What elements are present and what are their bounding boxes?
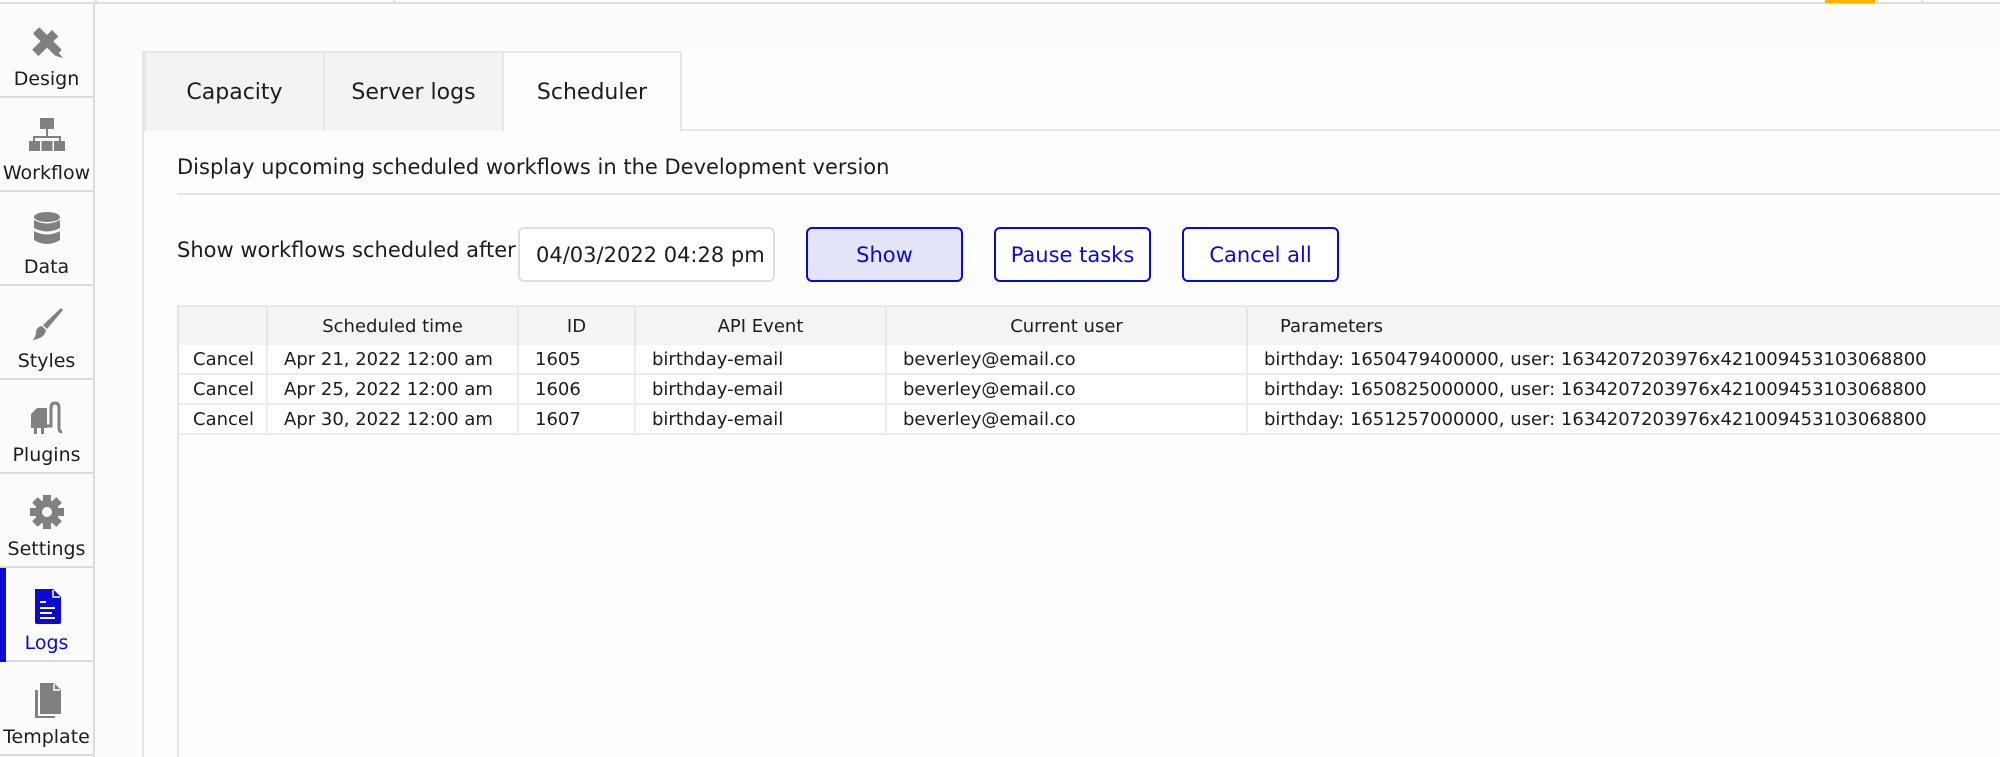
table-row: Cancel Apr 30, 2022 12:00 am 1607 birthd… [179,405,2000,435]
scheduled-workflows-table: Scheduled time ID API Event Current user… [177,305,2000,757]
copy-document-icon [27,680,67,720]
cancel-link[interactable]: Cancel [179,405,268,433]
sidebar-item-design[interactable]: Design [0,4,93,98]
sidebar-item-template[interactable]: Template [0,662,93,756]
cell-scheduled-time: Apr 30, 2022 12:00 am [268,405,519,433]
workflow-icon [27,116,67,156]
column-header-scheduled-time: Scheduled time [268,307,519,345]
sidebar-item-label: Design [13,68,80,90]
cell-parameters: birthday: 1650825000000, user: 163420720… [1264,378,1927,400]
scheduler-description: Display upcoming scheduled workflows in … [177,155,890,179]
top-bar-divider [393,0,395,4]
sidebar-item-label: Workflow [2,162,91,184]
tab-server-logs[interactable]: Server logs [325,51,504,131]
top-bar [0,0,2000,4]
sidebar-item-plugins[interactable]: Plugins [0,380,93,474]
design-icon [27,22,67,62]
sidebar-item-label: Plugins [12,444,81,466]
scheduled-after-date-input[interactable] [518,227,775,282]
column-header-api-event: API Event [636,307,887,345]
sidebar-item-label: Logs [24,632,69,654]
cell-scheduled-time: Apr 21, 2022 12:00 am [268,345,519,373]
table-header: Scheduled time ID API Event Current user… [179,305,2000,345]
cell-current-user: beverley@email.co [887,405,1248,433]
tab-divider [682,129,2000,131]
plugin-icon [27,398,67,438]
document-icon [27,586,67,626]
column-header-action [179,307,268,345]
cell-api-event: birthday-email [636,375,887,403]
table-row: Cancel Apr 21, 2022 12:00 am 1605 birthd… [179,345,2000,375]
cancel-link[interactable]: Cancel [179,375,268,403]
column-header-id: ID [519,307,636,345]
sidebar-item-logs[interactable]: Logs [0,568,93,662]
cell-id: 1606 [519,375,636,403]
section-divider [177,193,2000,195]
sidebar-item-label: Styles [17,350,76,372]
column-header-parameters: Parameters [1280,315,1384,337]
top-bar-divider [1921,0,1923,4]
tab-capacity[interactable]: Capacity [144,51,325,131]
sidebar-item-label: Template [3,726,90,748]
cell-api-event: birthday-email [636,405,887,433]
cell-parameters: birthday: 1650479400000, user: 163420720… [1264,348,1927,370]
sidebar-item-label: Data [23,256,70,278]
logs-panel: Capacity Server logs Scheduler Display u… [142,51,2000,757]
cell-api-event: birthday-email [636,345,887,373]
cancel-link[interactable]: Cancel [179,345,268,373]
database-icon [27,210,67,250]
top-bar-accent [1825,0,1875,3]
sidebar-item-settings[interactable]: Settings [0,474,93,568]
cell-scheduled-time: Apr 25, 2022 12:00 am [268,375,519,403]
sidebar-item-label: Settings [7,538,86,560]
sidebar-item-workflow[interactable]: Workflow [0,98,93,192]
tab-bar: Capacity Server logs Scheduler [144,51,682,131]
tab-scheduler[interactable]: Scheduler [504,51,682,131]
cancel-all-button[interactable]: Cancel all [1182,227,1339,282]
cell-current-user: beverley@email.co [887,375,1248,403]
sidebar-item-styles[interactable]: Styles [0,286,93,380]
cell-current-user: beverley@email.co [887,345,1248,373]
show-button[interactable]: Show [806,227,963,282]
cell-id: 1605 [519,345,636,373]
table-row: Cancel Apr 25, 2022 12:00 am 1606 birthd… [179,375,2000,405]
cell-id: 1607 [519,405,636,433]
cell-parameters: birthday: 1651257000000, user: 163420720… [1264,408,1927,430]
column-header-current-user: Current user [887,307,1248,345]
filter-label: Show workflows scheduled after [177,238,516,262]
sidebar-item-data[interactable]: Data [0,192,93,286]
gear-icon [27,492,67,532]
pause-tasks-button[interactable]: Pause tasks [994,227,1151,282]
top-bar-divider [95,0,97,4]
paintbrush-icon [27,304,67,344]
sidebar: Design Workflow Data Styles Plugins Sett… [0,4,95,757]
